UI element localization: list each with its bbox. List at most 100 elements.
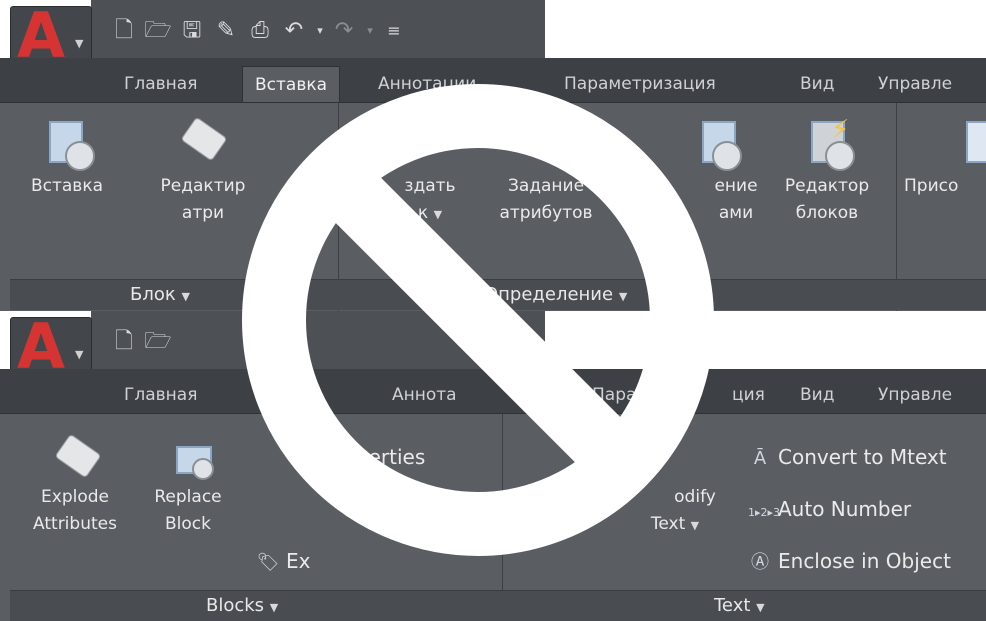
open-folder-icon[interactable]: 🗁 [144,18,172,44]
block-editor-icon: ⚡ [797,117,857,171]
chevron-down-icon: ▼ [433,208,443,221]
item-label: ttributes [380,497,466,521]
tag-icon: 🏷 [256,552,280,573]
ribbon-tabs: Главная Вставка Аннотации Параметризация… [0,58,986,103]
item-label: Ex [286,549,311,573]
insert-block-icon [37,117,97,171]
new-file-icon[interactable]: 🗋 [110,329,138,355]
panel-title-block[interactable]: Блок ▼ [130,284,190,308]
button-label: Text [650,514,686,534]
edit-attributes-button[interactable]: Редактир атри [138,116,268,227]
number-sequence-icon: 1▸2▸3 [748,506,781,519]
attributes-item[interactable]: ttributes [380,496,465,522]
button-label: Attributes [33,514,117,534]
define-attributes-button[interactable]: Задание атрибутов [488,117,604,227]
panel-title-blocks[interactable]: Blocks ▼ [206,595,278,619]
item-label: Auto Number [778,497,912,521]
item-label: t Properties [310,445,426,469]
panel-title-label: Определение [484,284,614,305]
save-as-icon[interactable]: ✎ [212,18,240,44]
insert-block-button[interactable]: Вставка [20,117,114,200]
replace-block-button[interactable]: Replace Block [138,428,238,538]
button-label: к [417,203,429,223]
button-label: здать [404,176,456,196]
chevron-down-icon: ▼ [75,37,84,50]
item-label: Enclose in Object [778,549,951,573]
manage-attributes-icon [684,117,744,171]
chevron-down-icon: ▼ [269,601,279,614]
explode-attributes-button[interactable]: Explode Attributes [16,428,134,538]
convert-text-icon: Ā [753,448,767,469]
create-block-button[interactable]: здать к ▼ [380,117,480,228]
panel-title-definition[interactable]: Определение ▼ [484,284,627,308]
ribbon-tabs: Главная авка Аннота Парам ция Вид Управл… [0,369,986,413]
tab-parametric-end[interactable]: ция [720,377,777,413]
undo-icon[interactable]: ↶ [280,329,308,355]
chevron-down-icon: ▼ [75,348,84,361]
tab-insert[interactable]: авка [268,377,333,413]
create-block-icon [400,117,460,169]
button-label: атри [181,203,225,223]
manage-attributes-button[interactable]: ение ами [660,117,768,227]
new-file-icon[interactable]: 🗋 [110,18,138,44]
chevron-down-icon: ▼ [181,290,190,303]
tab-view[interactable]: Вид [788,66,846,102]
modify-text-icon [645,428,705,480]
button-label: Присо [904,176,959,196]
block-editor-button[interactable]: ⚡ Редактор блоков [772,117,882,227]
button-label: Block [165,514,211,534]
panel-title-text[interactable]: Text ▼ [714,595,765,619]
tab-manage[interactable]: Управле [866,377,964,413]
panel-title-label: Text [714,595,751,616]
button-label: Редактир [160,176,246,196]
redo-icon[interactable]: ↷ [330,18,358,44]
button-label: odify [674,487,716,507]
button-label: Explode [41,487,109,507]
explode-tag-icon [45,428,105,480]
properties-item[interactable]: t Properties [310,444,425,470]
background-gap [545,0,986,58]
enclose-in-object-item[interactable]: Ⓐ Enclose in Object [748,548,951,576]
button-label: ение [714,176,758,196]
modify-text-button[interactable]: odify Text ▼ [620,428,730,539]
item-label: Convert to Mtext [778,445,947,469]
tab-parametric[interactable]: Параметризация [552,66,728,102]
define-attributes-icon [516,117,576,169]
tab-home[interactable]: Главная [112,66,209,102]
export-item[interactable]: 🏷 Ex [256,548,311,576]
button-label: блоков [795,203,859,223]
button-label: Replace [154,487,222,507]
tag-edit-icon [173,116,233,169]
tab-annotate[interactable]: Аннота [380,377,469,413]
tab-annotate[interactable]: Аннотации [366,66,488,102]
ribbon-body: Explode Attributes Replace Block t Prope… [0,413,986,621]
panel-title-label: Блок [130,284,176,305]
print-icon[interactable]: ⎙ [246,18,274,44]
button-label: атрибутов [499,203,593,223]
tab-parametric[interactable]: Парам [580,377,661,413]
tab-home[interactable]: Главная [112,377,209,413]
tab-manage[interactable]: Управле [866,66,964,102]
tab-view[interactable]: Вид [788,377,846,413]
enclose-circle-icon: Ⓐ [751,552,769,573]
tab-insert[interactable]: Вставка [242,66,341,103]
undo-icon[interactable]: ↶ [280,18,308,44]
chevron-down-icon: ▼ [690,519,700,532]
customize-toolbar-icon[interactable]: ≡ [380,18,408,44]
replace-block-icon [158,428,218,480]
ribbon-body: Вставка Редактир атри здать к ▼ Задание … [0,102,986,311]
background-gap [545,311,986,369]
open-folder-icon[interactable]: 🗁 [144,329,172,355]
print-icon[interactable]: ⎙ [246,329,274,355]
convert-to-mtext-item[interactable]: Ā Convert to Mtext [748,444,947,472]
auto-number-item[interactable]: 1▸2▸3Auto Number [748,496,911,526]
panel-title-bar: Блок ▼ Определение ▼ [10,279,986,310]
button-label: Задание [507,176,585,196]
chevron-down-icon: ▼ [618,290,628,303]
chevron-down-icon: ▼ [756,601,765,614]
button-label: Вставка [30,176,104,196]
save-icon[interactable]: 🖫 [178,18,206,44]
button-label: ами [718,203,754,223]
attach-button[interactable]: Присо [904,117,986,200]
panel-title-label: Blocks [206,595,265,616]
